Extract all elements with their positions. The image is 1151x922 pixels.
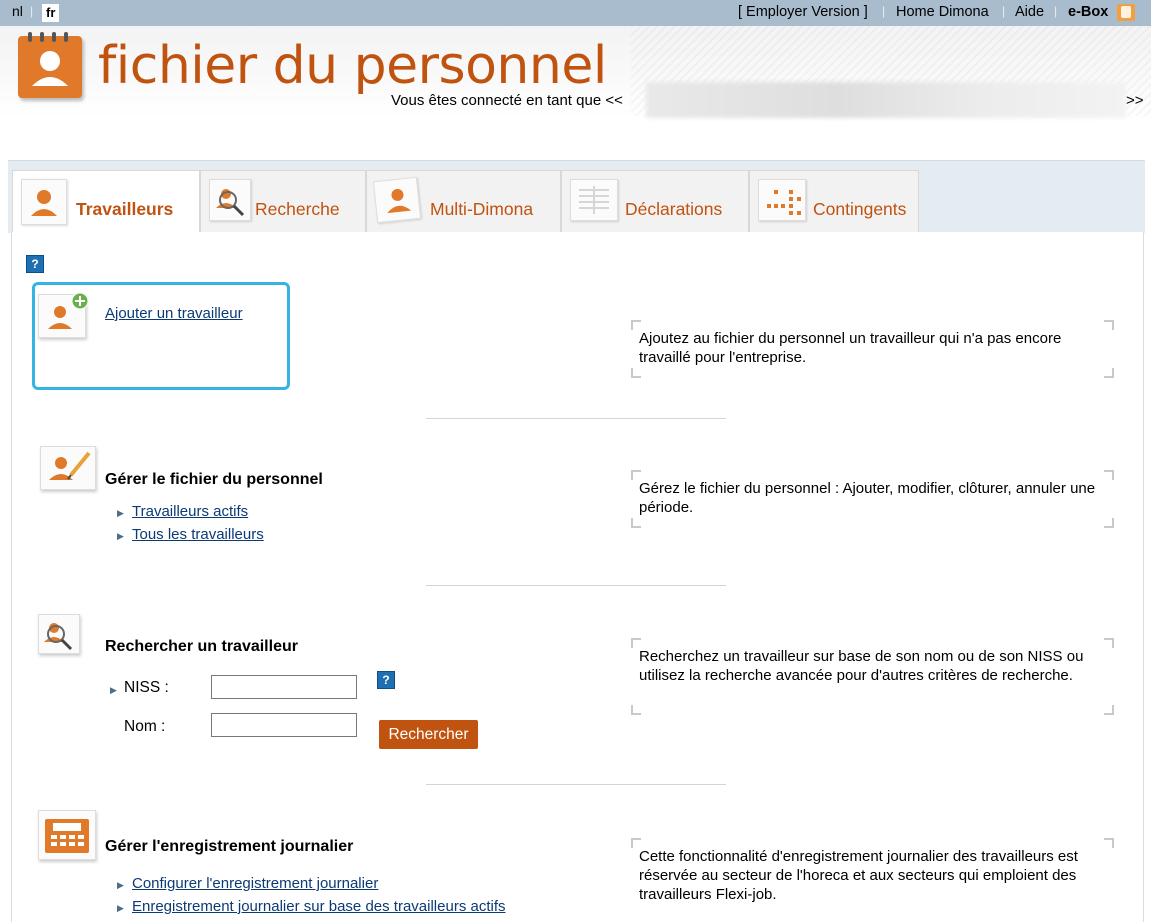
help-icon[interactable]: ? (26, 255, 44, 273)
bullet-icon: ▶ (117, 531, 124, 541)
cash-register-icon (38, 810, 96, 860)
connected-as-suffix: >> (1126, 92, 1144, 109)
frame-corner (631, 838, 641, 848)
dots-grid-icon (758, 179, 806, 221)
separator: | (1054, 4, 1058, 18)
separator: | (882, 4, 886, 18)
manage-section-title: Gérer le fichier du personnel (105, 471, 323, 488)
frame-corner (1104, 518, 1114, 528)
tab-declarations[interactable]: Déclarations (561, 170, 749, 233)
plus-circle-icon (71, 292, 89, 310)
person-search-icon (38, 614, 80, 654)
niss-label: NISS : (124, 679, 169, 696)
separator: | (1002, 4, 1006, 18)
person-icon (21, 179, 67, 225)
bullet-icon: ▶ (117, 508, 124, 518)
ebox-icon[interactable] (1117, 4, 1135, 21)
tab-recherche[interactable]: Recherche (200, 170, 366, 233)
bullet-icon: ▶ (110, 685, 117, 695)
configure-daily-registration-link[interactable]: Configurer l'enregistrement journalier (132, 875, 378, 892)
add-worker-link[interactable]: Ajouter un travailleur (105, 305, 243, 322)
nom-label: Nom : (124, 718, 166, 735)
document-icon (570, 179, 618, 221)
lang-nl-link[interactable]: nl (12, 3, 23, 19)
tab-contingents[interactable]: Contingents (749, 170, 919, 233)
multi-person-icon (372, 176, 422, 224)
separator: | (30, 4, 34, 18)
search-button[interactable]: Rechercher (379, 720, 478, 749)
frame-corner (631, 368, 641, 378)
frame-corner (631, 320, 641, 330)
person-edit-icon (40, 446, 96, 490)
ebox-link[interactable]: e-Box (1068, 4, 1108, 20)
app-title: fichier du personnel (98, 36, 607, 96)
section-divider (426, 585, 726, 586)
niss-input[interactable] (211, 675, 357, 699)
bullet-icon: ▶ (117, 903, 124, 913)
active-workers-link[interactable]: Travailleurs actifs (132, 503, 248, 520)
frame-corner (1104, 320, 1114, 330)
employer-version-link[interactable]: [ Employer Version ] (738, 4, 868, 20)
lang-fr-selected[interactable]: fr (42, 4, 60, 22)
search-section-title: Rechercher un travailleur (105, 638, 298, 655)
person-file-logo-icon (18, 32, 82, 98)
redacted-user-info (646, 82, 1126, 118)
all-workers-link[interactable]: Tous les travailleurs (132, 526, 264, 543)
tab-label: Travailleurs (76, 199, 174, 219)
frame-corner (631, 638, 641, 648)
frame-corner (1104, 638, 1114, 648)
daily-registration-active-link[interactable]: Enregistrement journalier sur base des t… (132, 898, 506, 915)
home-dimona-link[interactable]: Home Dimona (896, 4, 989, 20)
daily-description: Cette fonctionnalité d'enregistrement jo… (639, 848, 1078, 903)
tab-multi-dimona[interactable]: Multi-Dimona (366, 170, 561, 233)
person-search-icon (209, 179, 251, 221)
search-description: Recherchez un travailleur sur base de so… (639, 648, 1084, 684)
niss-help-icon[interactable]: ? (377, 671, 395, 689)
bullet-icon: ▶ (117, 880, 124, 890)
aide-link[interactable]: Aide (1015, 4, 1044, 20)
section-divider (426, 784, 726, 785)
frame-corner (1104, 470, 1114, 480)
frame-corner (631, 470, 641, 480)
tab-travailleurs[interactable]: Travailleurs (12, 170, 200, 234)
tab-label: Recherche (255, 199, 340, 219)
connected-as-text: Vous êtes connecté en tant que << (391, 92, 623, 109)
manage-description: Gérez le fichier du personnel : Ajouter,… (639, 480, 1096, 516)
add-worker-description: Ajoutez au fichier du personnel un trava… (639, 330, 1062, 366)
tab-label: Contingents (813, 199, 907, 219)
frame-corner (1104, 838, 1114, 848)
section-divider (426, 418, 726, 419)
daily-section-title: Gérer l'enregistrement journalier (105, 838, 354, 855)
frame-corner (1104, 705, 1114, 715)
tab-label: Déclarations (625, 199, 723, 219)
tab-label: Multi-Dimona (430, 199, 534, 219)
nom-input[interactable] (211, 713, 357, 737)
frame-corner (1104, 368, 1114, 378)
frame-corner (631, 518, 641, 528)
frame-corner (631, 705, 641, 715)
